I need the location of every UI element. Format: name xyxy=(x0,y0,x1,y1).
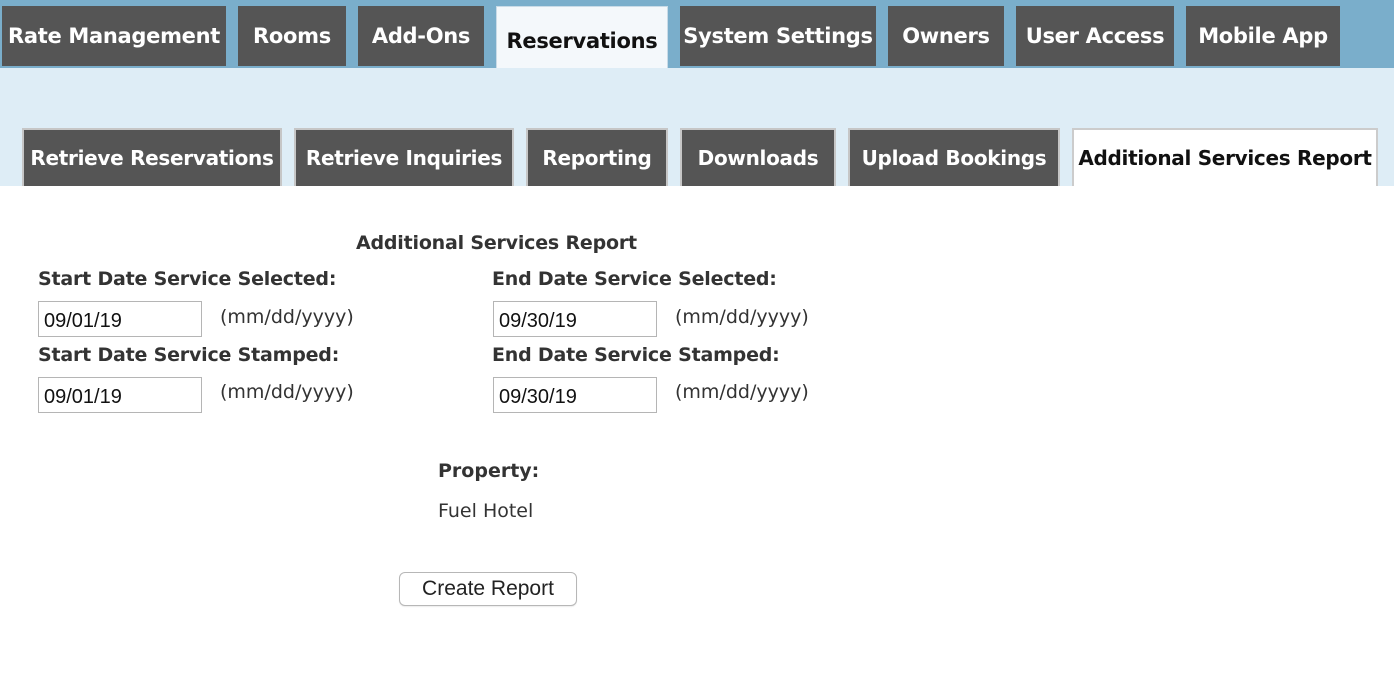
report-title: Additional Services Report xyxy=(356,232,637,254)
tab-user-access[interactable]: User Access xyxy=(1016,6,1174,66)
subtab-retrieve-inquiries[interactable]: Retrieve Inquiries xyxy=(294,128,514,186)
tab-reservations[interactable]: Reservations xyxy=(496,6,668,70)
end-date-selected-label: End Date Service Selected: xyxy=(492,268,777,290)
property-value: Fuel Hotel xyxy=(438,500,534,522)
start-date-selected-label: Start Date Service Selected: xyxy=(38,268,337,290)
subtab-downloads[interactable]: Downloads xyxy=(680,128,836,186)
subtab-retrieve-reservations[interactable]: Retrieve Reservations xyxy=(22,128,282,186)
page: Rate Management Rooms Add-Ons Reservatio… xyxy=(0,0,1394,682)
tab-rate-management[interactable]: Rate Management xyxy=(2,6,226,66)
tab-owners[interactable]: Owners xyxy=(888,6,1004,66)
end-date-stamped-input[interactable] xyxy=(493,377,657,413)
end-date-selected-format-hint: (mm/dd/yyyy) xyxy=(675,306,809,328)
start-date-selected-format-hint: (mm/dd/yyyy) xyxy=(220,306,354,328)
start-date-stamped-label: Start Date Service Stamped: xyxy=(38,344,340,366)
start-date-stamped-format-hint: (mm/dd/yyyy) xyxy=(220,381,354,403)
tab-rooms[interactable]: Rooms xyxy=(238,6,346,66)
property-label: Property: xyxy=(438,460,540,482)
end-date-stamped-label: End Date Service Stamped: xyxy=(492,344,780,366)
subtab-additional-services-report[interactable]: Additional Services Report xyxy=(1072,128,1378,186)
end-date-selected-input[interactable] xyxy=(493,301,657,337)
subtab-upload-bookings[interactable]: Upload Bookings xyxy=(848,128,1060,186)
start-date-selected-input[interactable] xyxy=(38,301,202,337)
tab-mobile-app[interactable]: Mobile App xyxy=(1186,6,1340,66)
tab-system-settings[interactable]: System Settings xyxy=(680,6,876,66)
create-report-button[interactable]: Create Report xyxy=(399,572,577,606)
tab-add-ons[interactable]: Add-Ons xyxy=(358,6,484,66)
subtab-reporting[interactable]: Reporting xyxy=(526,128,668,186)
end-date-stamped-format-hint: (mm/dd/yyyy) xyxy=(675,381,809,403)
start-date-stamped-input[interactable] xyxy=(38,377,202,413)
